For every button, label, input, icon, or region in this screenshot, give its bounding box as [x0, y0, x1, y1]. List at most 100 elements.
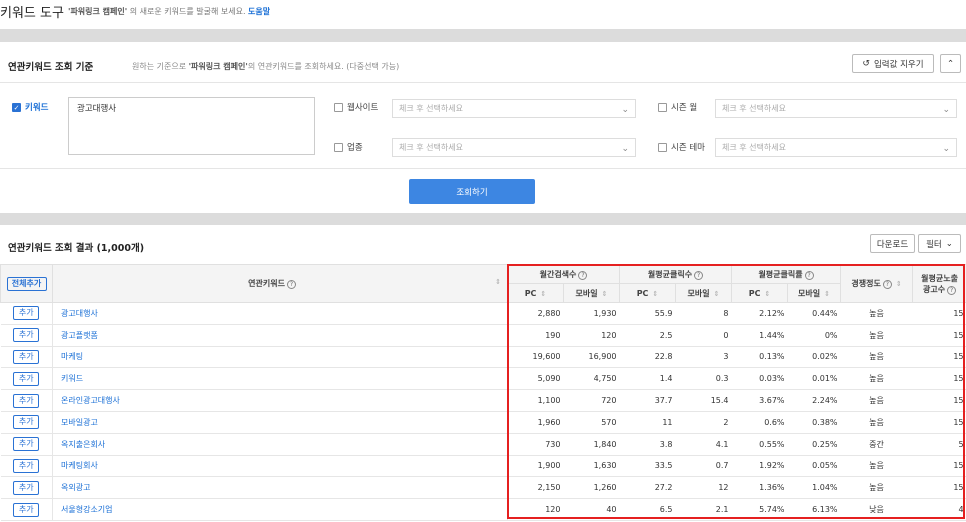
industry-select[interactable]: 체크 후 선택하세요 ⌄: [392, 138, 636, 157]
cell-ctr-mobile: 0.38%: [787, 411, 841, 434]
cell-search-pc: 1,100: [507, 389, 564, 412]
cell-click-pc: 37.7: [619, 389, 676, 412]
header-ctr-pc[interactable]: PC ⇕: [731, 283, 789, 303]
help-icon[interactable]: ?: [804, 270, 814, 280]
season-month-option-label: 시즌 월: [671, 103, 698, 113]
filter-button[interactable]: 필터 ⌄: [918, 234, 961, 253]
website-option[interactable]: 웹사이트: [334, 101, 378, 113]
industry-option[interactable]: 업종: [334, 141, 363, 153]
page-title: 키워드 도구: [0, 6, 64, 21]
download-button[interactable]: 다운로드: [870, 234, 915, 253]
cell-competition: 높음: [840, 411, 913, 434]
add-button[interactable]: 추가: [13, 415, 40, 430]
keyword-link[interactable]: 마케팅: [52, 346, 508, 369]
cell-click-pc: 2.5: [619, 324, 676, 347]
help-icon[interactable]: ?: [694, 270, 704, 280]
search-button[interactable]: 조회하기: [409, 179, 535, 204]
table-row: 추가 광고대행사 2,880 1,930 55.9 8 2.12% 0.44% 높음 15: [0, 302, 966, 325]
add-button[interactable]: 추가: [13, 458, 40, 473]
keyword-link[interactable]: 마케팅회사: [52, 455, 508, 478]
add-button[interactable]: 추가: [13, 371, 40, 386]
results-table-body: 추가 광고대행사 2,880 1,930 55.9 8 2.12% 0.44% 높음 15 추가 광고…: [0, 302, 966, 521]
cell-search-pc: 1,960: [507, 411, 564, 434]
add-cell: 추가: [0, 346, 53, 369]
keyword-link[interactable]: 옥지출은회사: [52, 433, 508, 456]
sort-icon[interactable]: ⇕: [495, 278, 501, 286]
add-button[interactable]: 추가: [13, 502, 40, 517]
sort-icon[interactable]: ⇕: [824, 290, 830, 298]
cell-click-mobile: 0: [675, 324, 732, 347]
cell-click-pc: 22.8: [619, 346, 676, 369]
add-button[interactable]: 추가: [13, 480, 40, 495]
help-icon[interactable]: ?: [578, 270, 588, 280]
website-checkbox[interactable]: [334, 102, 343, 112]
keyword-checkbox[interactable]: ✓: [12, 102, 21, 112]
cell-search-pc: 120: [507, 498, 564, 521]
cell-competition: 높음: [840, 324, 913, 347]
cell-click-pc: 55.9: [619, 302, 676, 325]
header-search-mobile[interactable]: 모바일 ⇕: [563, 283, 620, 303]
cell-avg-ads: 15: [912, 455, 966, 478]
keyword-link[interactable]: 옥외광고: [52, 476, 508, 500]
add-cell: 추가: [0, 324, 53, 347]
sort-icon[interactable]: ⇕: [714, 290, 720, 298]
keyword-link[interactable]: 키워드: [52, 367, 508, 391]
sort-icon[interactable]: ⇕: [896, 280, 902, 288]
sort-icon[interactable]: ⇕: [540, 290, 546, 298]
cell-click-mobile: 0.7: [675, 455, 732, 478]
add-cell: 추가: [0, 389, 53, 412]
help-icon[interactable]: ?: [882, 280, 892, 289]
keyword-textarea[interactable]: 광고대행사: [68, 97, 315, 155]
cell-search-pc: 730: [507, 433, 564, 456]
cell-ctr-pc: 1.36%: [731, 476, 788, 500]
sort-icon[interactable]: ⇕: [602, 290, 608, 298]
keyword-link[interactable]: 광고플랫폼: [52, 324, 508, 347]
sort-icon[interactable]: ⇕: [652, 290, 658, 298]
header-avg-ads[interactable]: 월평균노출 광고수?: [912, 264, 966, 303]
keyword-link[interactable]: 서울형강소기업: [52, 498, 508, 521]
help-link[interactable]: 도움말: [248, 7, 270, 16]
header-monthly-search-label: 월간검색수: [539, 269, 577, 279]
industry-checkbox[interactable]: [334, 142, 343, 152]
query-body-divider: [0, 168, 966, 169]
header-keyword[interactable]: 연관키워드? ⇕: [52, 264, 508, 303]
cell-search-pc: 5,090: [507, 367, 564, 391]
cell-ctr-mobile: 0.44%: [787, 302, 841, 325]
add-button[interactable]: 추가: [13, 349, 40, 364]
add-all-header: 전체추가: [0, 264, 53, 303]
keyword-option[interactable]: ✓ 키워드: [12, 101, 48, 113]
add-all-button[interactable]: 전체추가: [6, 276, 47, 291]
results-table: 전체추가 연관키워드? ⇕ 월간검색수? 월평균클릭수? 월평균클릭률? 경쟁정…: [0, 264, 966, 521]
header-ctr-mobile-label: 모바일: [798, 288, 821, 298]
add-button[interactable]: 추가: [13, 393, 40, 408]
season-theme-option[interactable]: 시즌 테마: [658, 141, 705, 153]
season-month-checkbox[interactable]: [658, 102, 667, 112]
add-button[interactable]: 추가: [13, 437, 40, 452]
help-icon[interactable]: ?: [286, 280, 296, 289]
header-ctr-mobile[interactable]: 모바일 ⇕: [787, 283, 842, 303]
header-competition[interactable]: 경쟁정도? ⇕: [840, 264, 914, 303]
sort-icon[interactable]: ⇕: [764, 290, 770, 298]
chevron-down-icon: ⌄: [945, 238, 953, 249]
season-month-select[interactable]: 체크 후 선택하세요 ⌄: [715, 99, 957, 118]
season-month-option[interactable]: 시즌 월: [658, 101, 697, 113]
website-select[interactable]: 체크 후 선택하세요 ⌄: [392, 99, 636, 118]
reset-input-button[interactable]: ↺ 입력값 지우기: [852, 54, 934, 73]
add-button[interactable]: 추가: [13, 306, 40, 321]
help-icon[interactable]: ?: [947, 285, 957, 295]
season-theme-select[interactable]: 체크 후 선택하세요 ⌄: [715, 138, 957, 157]
cell-competition: 높음: [840, 367, 913, 391]
collapse-button[interactable]: ⌃: [940, 54, 961, 73]
header-click-pc[interactable]: PC ⇕: [619, 283, 676, 303]
keyword-link[interactable]: 온라인광고대행사: [52, 389, 508, 412]
table-row: 추가 온라인광고대행사 1,100 720 37.7 15.4 3.67% 2.24% 높음 15: [0, 389, 966, 412]
keyword-link[interactable]: 모바일광고: [52, 411, 508, 434]
keyword-link[interactable]: 광고대행사: [52, 302, 508, 325]
add-button[interactable]: 추가: [13, 328, 40, 343]
header-click-mobile[interactable]: 모바일 ⇕: [674, 283, 733, 303]
header-search-pc[interactable]: PC ⇕: [507, 283, 564, 303]
cell-search-mobile: 1,630: [563, 455, 620, 478]
season-theme-checkbox[interactable]: [658, 142, 667, 152]
season-theme-select-placeholder: 체크 후 선택하세요: [722, 143, 786, 152]
cell-ctr-mobile: 0%: [787, 324, 841, 347]
